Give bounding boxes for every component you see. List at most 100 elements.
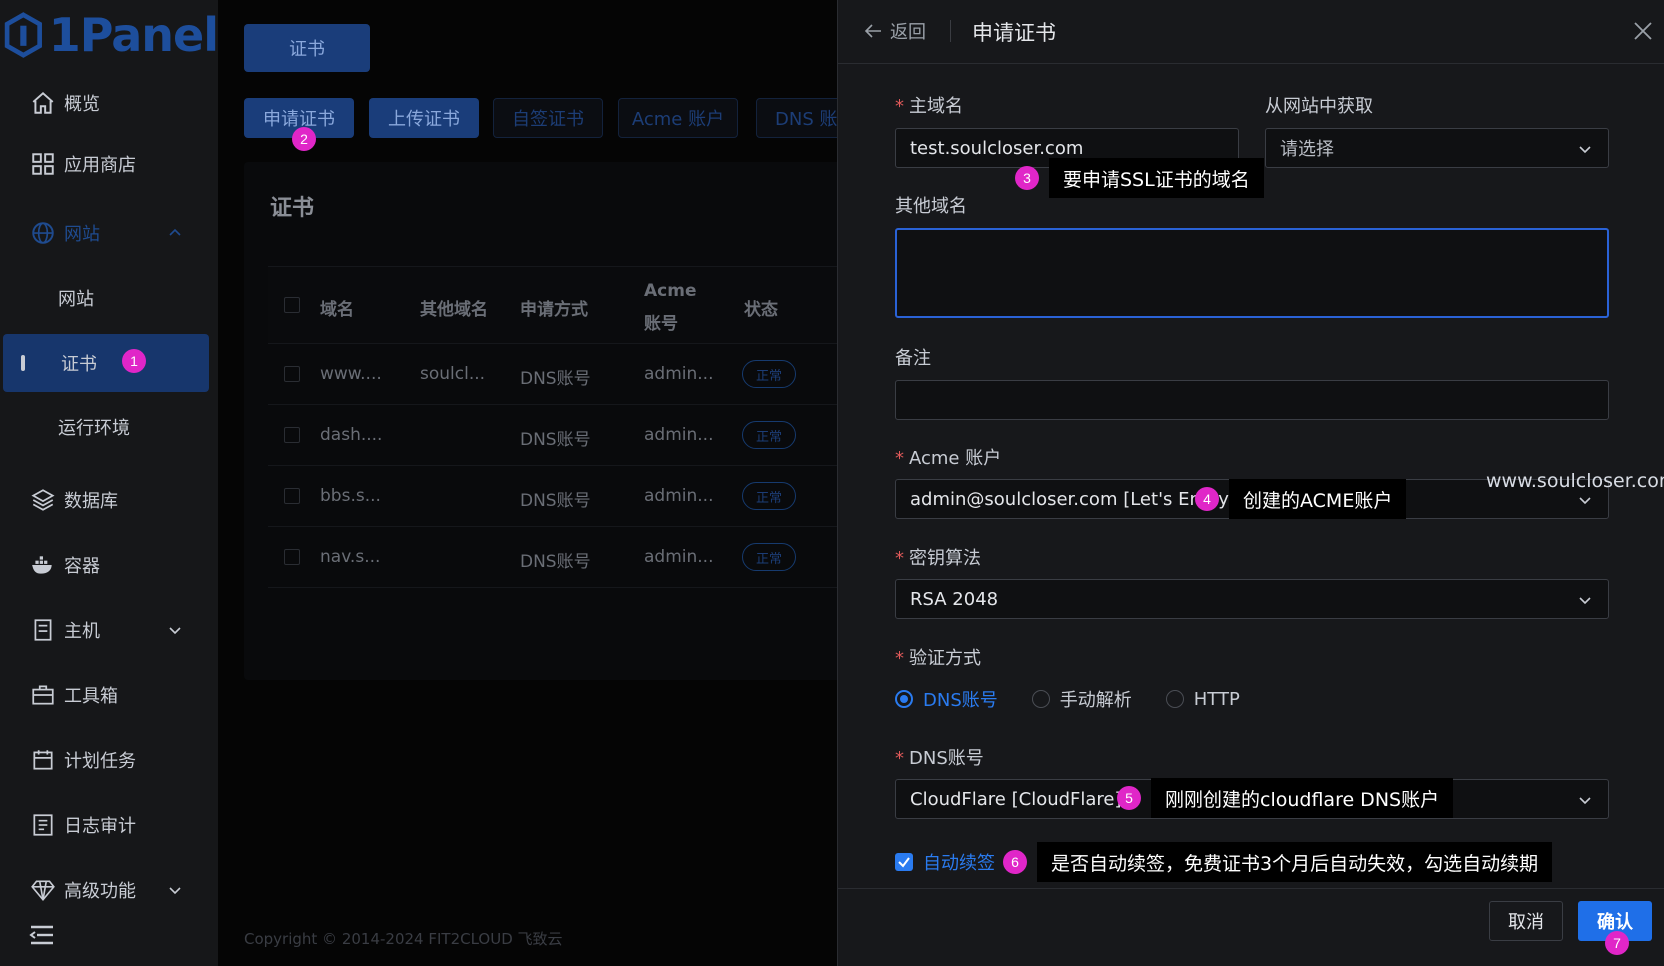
radio-dns-account[interactable]: DNS账号 [895, 686, 998, 712]
sidebar-item-runtime[interactable]: 运行环境 [0, 399, 218, 455]
radio-http[interactable]: HTTP [1165, 689, 1240, 710]
back-button[interactable]: 返回 [864, 18, 926, 44]
annotation-badge: 2 [292, 127, 316, 151]
sidebar-item-advanced[interactable]: 高级功能 [0, 862, 218, 918]
auto-renew-label[interactable]: 自动续签 [923, 849, 995, 875]
cell-domain: www.... [320, 364, 382, 384]
column-header: 账号 [644, 314, 678, 334]
drawer-header: 返回 申请证书 [838, 0, 1664, 64]
collapse-menu-icon[interactable] [29, 924, 55, 946]
sidebar-item-host[interactable]: 主机 [0, 602, 218, 658]
annotation-badge: 4 [1195, 487, 1219, 511]
status-badge: 正常 [742, 360, 796, 388]
key-algorithm-value: RSA 2048 [910, 588, 999, 610]
app-logo[interactable]: 1Panel [0, 0, 219, 70]
tab-upload-certificate[interactable]: 上传证书 [369, 98, 479, 138]
annotation-badge: 3 [1015, 166, 1039, 190]
other-domains-textarea[interactable] [895, 228, 1609, 318]
back-label: 返回 [890, 22, 926, 43]
remark-input[interactable] [895, 380, 1609, 420]
verify-method-label: * 验证方式 [895, 648, 981, 669]
server-icon [34, 619, 52, 641]
annotation-tip: 4 创建的ACME账户 [1195, 479, 1407, 519]
table-row[interactable]: www.... soulcl... DNS账号 admin... 正常 [268, 344, 844, 405]
sidebar-item-cron[interactable]: 计划任务 [0, 732, 218, 788]
sidebar: 1Panel 概览 应用商店 网站 网站 证书 1 运行环境 数据库 容器 主机… [0, 0, 219, 966]
tab-acme-account[interactable]: Acme 账户 [618, 98, 738, 138]
sidebar-item-overview[interactable]: 概览 [0, 75, 218, 131]
sidebar-item-website[interactable]: 网站 [0, 270, 218, 326]
sidebar-item-certificate[interactable]: 证书 1 [3, 334, 209, 392]
table-header: 域名 其他域名 申请方式 Acme 账号 状态 [268, 266, 844, 344]
chevron-down-icon [1579, 797, 1591, 805]
certificate-top-button[interactable]: 证书 [244, 24, 370, 72]
docker-icon [32, 556, 52, 574]
row-checkbox[interactable] [284, 427, 300, 443]
status-badge: 正常 [742, 543, 796, 571]
sidebar-item-container[interactable]: 容器 [0, 537, 218, 593]
from-website-label: 从网站中获取 [1265, 96, 1373, 117]
annotation-tip: 5 刚刚创建的cloudflare DNS账户 [1117, 778, 1454, 818]
dns-account-value: CloudFlare [CloudFlare] [910, 788, 1122, 810]
auto-renew-checkbox[interactable] [895, 853, 913, 871]
tab-dns-account[interactable]: DNS 账 [756, 98, 846, 138]
row-checkbox[interactable] [284, 549, 300, 565]
close-icon[interactable] [1632, 20, 1654, 42]
cell-method: DNS账号 [520, 491, 591, 511]
sidebar-item-log-audit[interactable]: 日志审计 [0, 797, 218, 853]
status-badge: 正常 [742, 482, 796, 510]
annotation-badge: 5 [1117, 786, 1141, 810]
key-algorithm-label: * 密钥算法 [895, 548, 981, 569]
row-checkbox[interactable] [284, 366, 300, 382]
sidebar-item-label: 概览 [64, 94, 100, 115]
column-header: 申请方式 [520, 300, 588, 320]
logo-mark-icon [4, 12, 42, 58]
annotation-text: 是否自动续签，免费证书3个月后自动失效，勾选自动续期 [1037, 842, 1553, 882]
check-icon [898, 857, 910, 868]
cell-acme: admin... [644, 364, 714, 384]
sidebar-item-label: 工具箱 [64, 686, 118, 707]
column-header: 其他域名 [420, 300, 488, 320]
cell-method: DNS账号 [520, 369, 591, 389]
chevron-down-icon [1579, 146, 1591, 154]
table-row[interactable]: bbs.s... DNS账号 admin... 正常 [268, 466, 844, 527]
chevron-down-icon [169, 627, 181, 635]
radio-dot [1165, 690, 1184, 708]
from-website-placeholder: 请选择 [1280, 139, 1334, 160]
annotation-tip: 6 是否自动续签，免费证书3个月后自动失效，勾选自动续期 [1003, 842, 1553, 882]
sidebar-item-app-store[interactable]: 应用商店 [0, 136, 218, 192]
sidebar-item-database[interactable]: 数据库 [0, 472, 218, 528]
cell-acme: admin... [644, 547, 714, 567]
layers-icon [31, 489, 55, 511]
sidebar-item-label: 证书 [61, 354, 97, 375]
cell-other-domain: soulcl... [420, 364, 486, 384]
column-header: Acme [644, 281, 697, 301]
table-row[interactable]: nav.s... DNS账号 admin... 正常 [268, 527, 844, 588]
chevron-down-icon [1579, 497, 1591, 505]
tab-self-signed-certificate[interactable]: 自签证书 [493, 98, 603, 138]
select-all-checkbox[interactable] [284, 297, 300, 313]
dns-account-label: * DNS账号 [895, 748, 984, 769]
annotation-badge: 1 [122, 349, 146, 373]
sidebar-item-website-group[interactable]: 网站 [0, 205, 218, 261]
other-domains-label: 其他域名 [895, 196, 967, 217]
cell-acme: admin... [644, 425, 714, 445]
main-content: 证书 申请证书 2 上传证书 自签证书 Acme 账户 DNS 账 证书 域名 … [218, 0, 846, 966]
sidebar-item-toolbox[interactable]: 工具箱 [0, 667, 218, 723]
row-checkbox[interactable] [284, 488, 300, 504]
column-header: 状态 [744, 300, 778, 320]
sidebar-item-label: 主机 [64, 621, 100, 642]
chevron-down-icon [1579, 597, 1591, 605]
from-website-select[interactable]: 请选择 [1265, 128, 1609, 168]
cancel-button[interactable]: 取消 [1489, 901, 1563, 941]
grid-icon [32, 153, 54, 175]
verify-method-radio-group: DNS账号 手动解析 HTTP [895, 686, 1274, 712]
sidebar-item-label: 应用商店 [64, 155, 136, 176]
status-badge: 正常 [742, 421, 796, 449]
table-row[interactable]: dash.... DNS账号 admin... 正常 [268, 405, 844, 466]
radio-manual-resolve[interactable]: 手动解析 [1031, 686, 1132, 712]
card-title: 证书 [270, 196, 315, 221]
key-algorithm-select[interactable]: RSA 2048 [895, 579, 1609, 619]
cell-method: DNS账号 [520, 552, 591, 572]
toolbox-icon [32, 685, 54, 705]
